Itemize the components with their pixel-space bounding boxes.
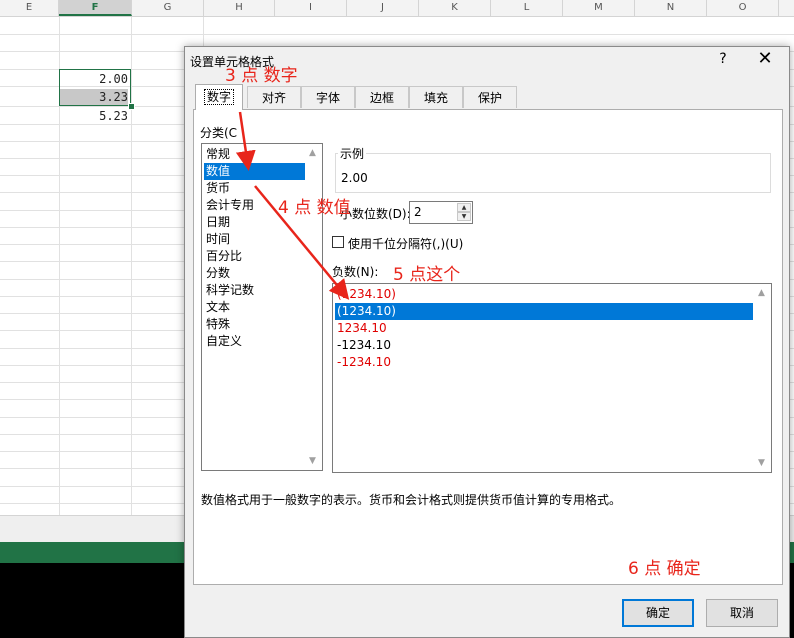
annotation-step-3: 3 点 数字 [225,66,298,86]
annotation-step-4: 4 点 数值 [278,198,351,218]
annotation-arrows [235,111,350,300]
annotation-step-6: 6 点 确定 [628,559,701,579]
arrow-to-number-category [235,111,256,171]
annotation-step-5: 5 点这个 [393,265,461,285]
tab-number[interactable]: 数字 [195,84,243,110]
